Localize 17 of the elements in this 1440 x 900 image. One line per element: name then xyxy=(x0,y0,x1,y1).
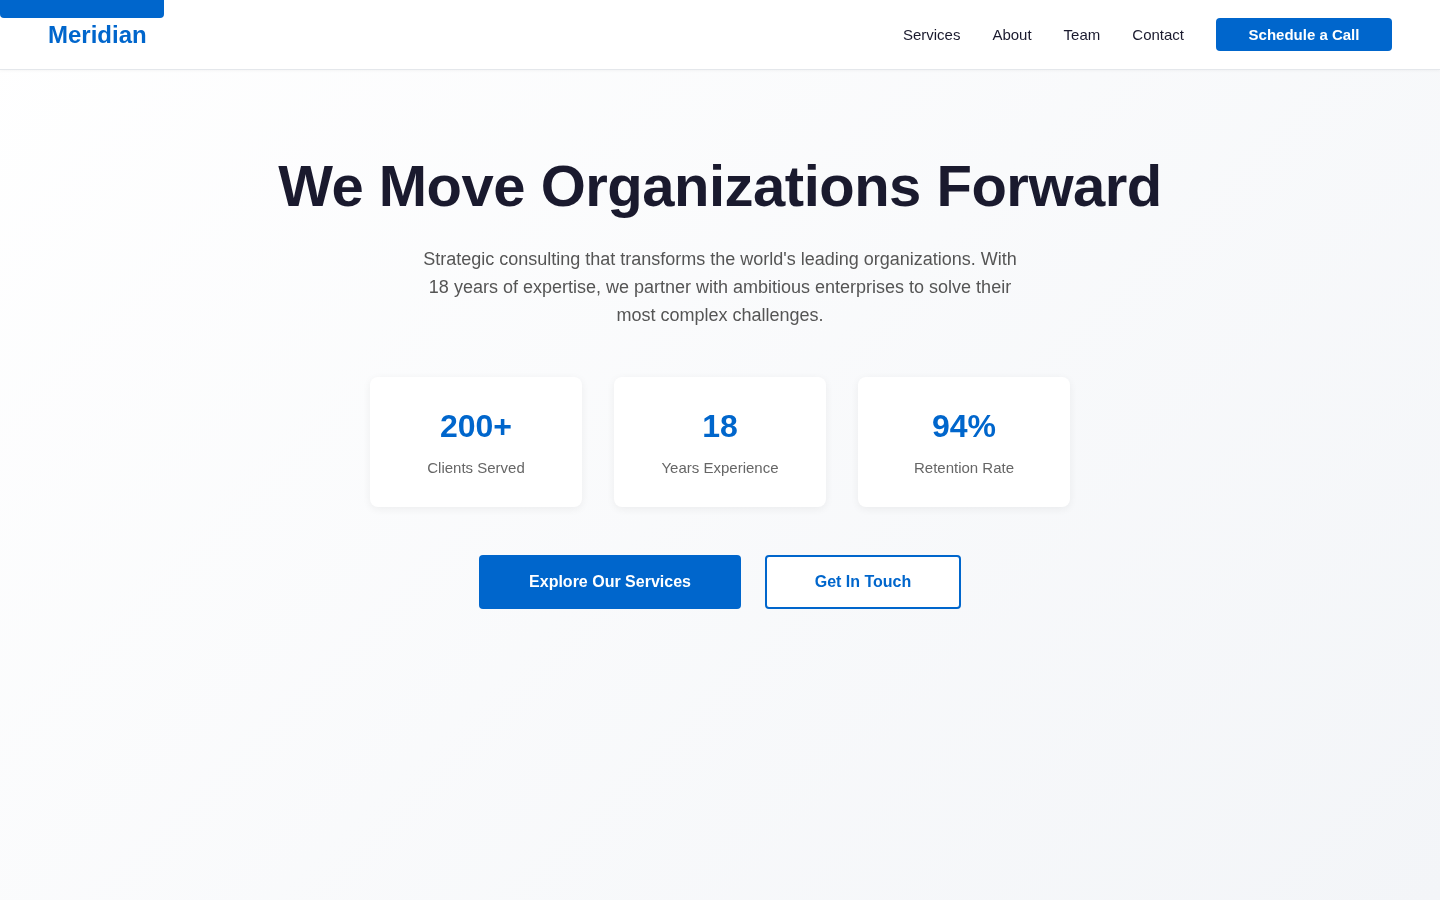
schedule-call-button[interactable]: Schedule a Call xyxy=(1216,18,1392,51)
nav-link[interactable]: Team xyxy=(1063,26,1101,43)
stat-value: 200+ xyxy=(439,408,513,445)
stat-label: Years Experience xyxy=(661,459,779,476)
nav-link[interactable]: Services xyxy=(902,26,961,43)
skip-link-tab[interactable] xyxy=(0,0,164,18)
stat-label: Retention Rate xyxy=(913,459,1015,476)
brand-logo[interactable]: Meridian xyxy=(48,20,147,49)
nav-link[interactable]: About xyxy=(992,26,1032,43)
stat-value: 94% xyxy=(931,408,996,445)
hero-subtitle: Strategic consulting that transforms the world's leading organizations. With 18 years of expertise, we partner with ambitious enterprises to solve their most complex challenges. xyxy=(422,248,1018,327)
action-button[interactable]: Get In Touch xyxy=(765,555,961,609)
action-button[interactable]: Explore Our Services xyxy=(479,555,741,609)
stat-label: Clients Served xyxy=(427,459,525,476)
stat-value: 18 xyxy=(702,408,738,445)
nav-link[interactable]: Contact xyxy=(1132,26,1184,43)
hero-title: We Move Organizations Forward xyxy=(278,152,1162,219)
